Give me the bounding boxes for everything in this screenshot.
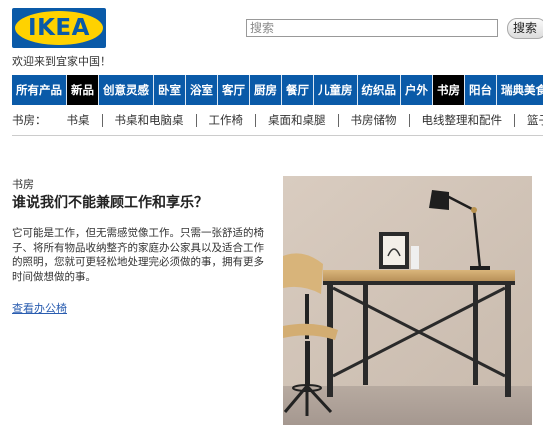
- subnav: 书房： 书桌书桌和电脑桌工作椅桌面和桌腿书房储物电线整理和配件篮子: [12, 112, 543, 128]
- subnav-link[interactable]: 书桌: [67, 112, 102, 128]
- nav-separator: [185, 75, 186, 105]
- nav-separator: [281, 75, 282, 105]
- nav-item[interactable]: 厨房: [250, 75, 281, 105]
- main-nav: 所有产品 新品 创意灵感 卧室 浴室 客厅 厨房 餐厅 儿童房 纺织品 户外 书房 阳台 瑞典美食: [12, 75, 543, 105]
- office-chairs-link[interactable]: 查看办公椅: [12, 300, 67, 316]
- subnav-link[interactable]: 书房储物: [339, 112, 409, 128]
- search-input[interactable]: [246, 19, 498, 37]
- nav-separator: [313, 75, 314, 105]
- logo-oval: IKEA: [15, 11, 103, 45]
- nav-item[interactable]: 浴室: [186, 75, 217, 105]
- nav-item[interactable]: 创意灵感: [99, 75, 153, 105]
- nav-item[interactable]: 餐厅: [282, 75, 313, 105]
- nav-separator: [432, 75, 433, 105]
- nav-item[interactable]: 瑞典美食: [497, 75, 543, 105]
- nav-separator: [217, 75, 218, 105]
- logo-text: IKEA: [28, 15, 90, 41]
- nav-item[interactable]: 阳台: [465, 75, 496, 105]
- subnav-title: 书房：: [12, 113, 47, 127]
- nav-item[interactable]: 儿童房: [314, 75, 357, 105]
- welcome-text: 欢迎来到宜家中国！: [12, 55, 111, 68]
- office-photo[interactable]: [283, 176, 532, 425]
- subnav-divider: [12, 135, 543, 136]
- subnav-link[interactable]: 工作椅: [197, 112, 256, 128]
- nav-separator: [66, 75, 67, 105]
- nav-item[interactable]: 书房: [433, 75, 464, 105]
- nav-item[interactable]: 户外: [401, 75, 432, 105]
- nav-separator: [464, 75, 465, 105]
- desk-scene-image: [283, 176, 532, 425]
- page-headline: 谁说我们不能兼顾工作和享乐？: [12, 195, 208, 211]
- nav-separator: [98, 75, 99, 105]
- nav-item[interactable]: 卧室: [154, 75, 185, 105]
- nav-item[interactable]: 纺织品: [358, 75, 401, 105]
- nav-item[interactable]: 新品: [67, 75, 98, 105]
- body-paragraph: 它可能是工作，但无需感觉像工作。只需一张舒适的椅子、将所有物品收纳整齐的家庭办公…: [12, 227, 264, 283]
- subnav-link[interactable]: 书桌和电脑桌: [103, 112, 196, 128]
- nav-item[interactable]: 客厅: [218, 75, 249, 105]
- subnav-link[interactable]: 篮子: [515, 112, 543, 128]
- nav-separator: [249, 75, 250, 105]
- ikea-logo[interactable]: IKEA: [12, 8, 106, 48]
- search-button[interactable]: 搜索: [507, 18, 543, 39]
- nav-separator: [400, 75, 401, 105]
- section-label: 书房: [12, 178, 34, 191]
- subnav-link[interactable]: 桌面和桌腿: [256, 112, 338, 128]
- nav-separator: [356, 75, 358, 105]
- nav-separator: [496, 75, 497, 105]
- nav-item[interactable]: 所有产品: [12, 75, 66, 105]
- subnav-link[interactable]: 电线整理和配件: [410, 112, 515, 128]
- nav-separator: [153, 75, 154, 105]
